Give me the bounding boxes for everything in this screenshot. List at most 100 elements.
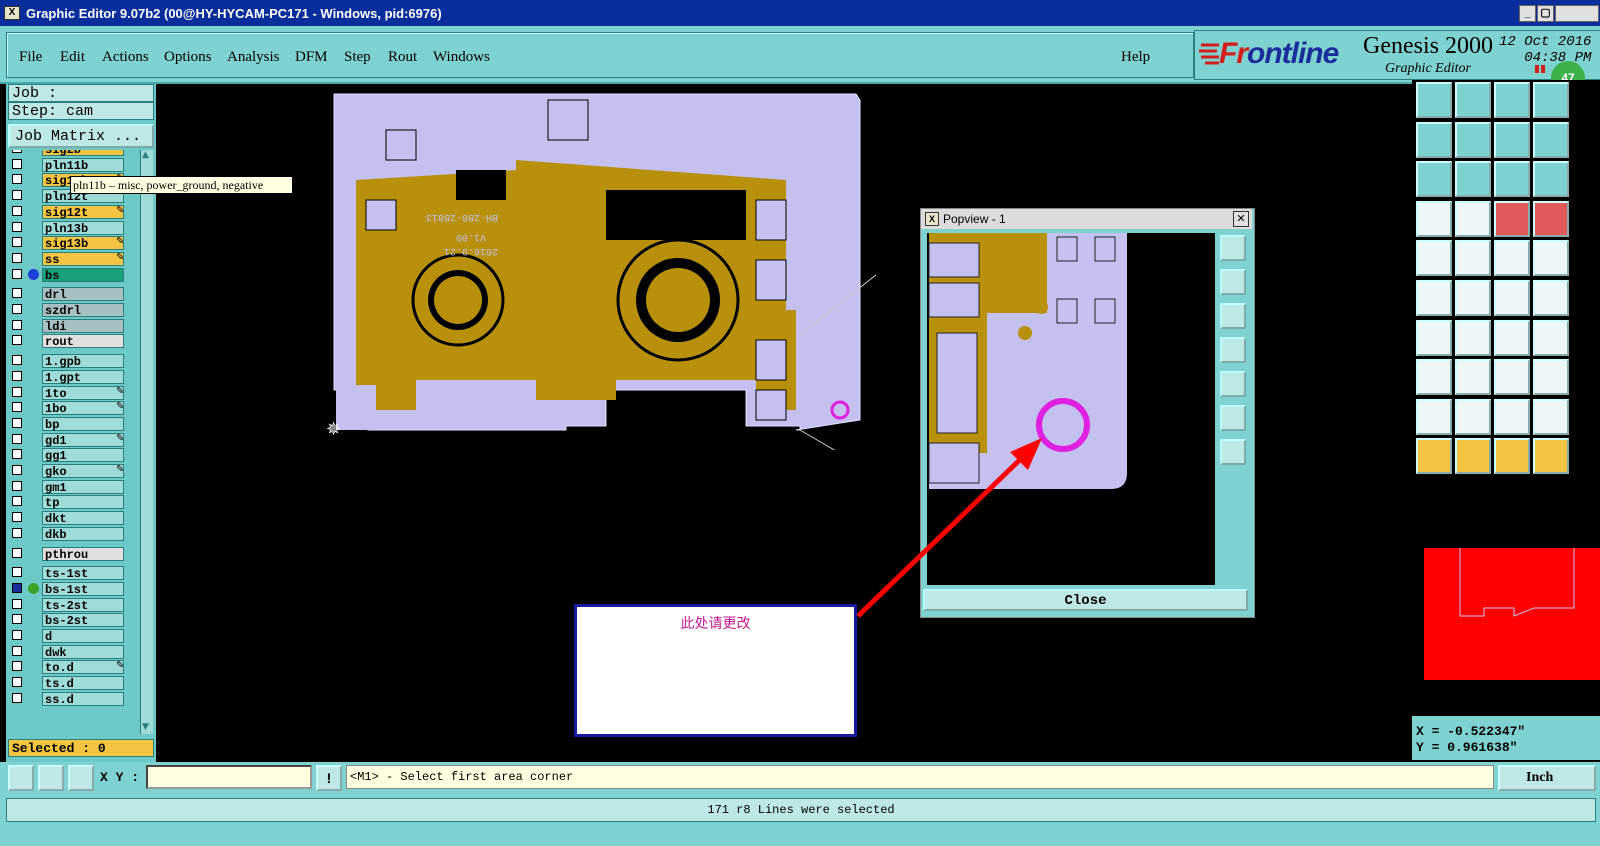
layer-name[interactable]: pln13b	[42, 220, 124, 236]
layer-row[interactable]: 1bo ✎	[8, 401, 128, 416]
layer-row[interactable]: pthrou	[8, 546, 128, 562]
layer-row[interactable]: ldi	[8, 318, 128, 334]
menu-file[interactable]: File	[19, 49, 42, 66]
menu-analysis[interactable]: Analysis	[227, 49, 280, 66]
layer-checkbox[interactable]	[12, 158, 22, 169]
layer-checkbox[interactable]	[12, 288, 22, 299]
layer-row[interactable]: bs	[8, 267, 128, 283]
select-arrow-icon[interactable]	[1416, 438, 1452, 475]
signal-alt-icon[interactable]	[1533, 200, 1569, 237]
node-icon[interactable]	[1416, 280, 1452, 316]
layer-row[interactable]: ss.d	[8, 691, 128, 707]
layer-name[interactable]: pln11b	[42, 157, 124, 173]
select-touch-icon[interactable]	[1494, 438, 1530, 475]
menu-actions[interactable]: Actions	[102, 49, 149, 66]
window-icon[interactable]	[1533, 82, 1569, 118]
layer-checkbox[interactable]	[12, 677, 22, 688]
layer-row[interactable]: dkt	[8, 511, 128, 526]
split-icon[interactable]	[1494, 280, 1530, 316]
layer-row[interactable]: to.d ✎	[8, 660, 128, 675]
layer-checkbox[interactable]	[12, 237, 22, 248]
grid-mode-button[interactable]	[68, 765, 94, 791]
layer-row[interactable]: ts.d	[8, 676, 128, 691]
layer-checkbox[interactable]	[12, 205, 22, 216]
layer-checkbox[interactable]	[12, 614, 22, 625]
menu-step[interactable]: Step	[344, 49, 371, 66]
ratio-icon[interactable]	[1494, 161, 1530, 198]
popview-pan-down-button[interactable]	[1220, 303, 1246, 329]
popview-zoom-out-button[interactable]	[1220, 439, 1246, 465]
arrow-out-icon[interactable]	[1455, 121, 1491, 158]
layer-row[interactable]: ss ✎	[8, 251, 128, 267]
minimize-button[interactable]: _	[1519, 5, 1536, 22]
select-net-icon[interactable]	[1533, 438, 1569, 475]
layer-checkbox[interactable]	[12, 433, 22, 444]
layer-row[interactable]: ts-1st	[8, 566, 128, 581]
layer-checkbox[interactable]	[12, 335, 22, 346]
layer-name[interactable]: gg1	[42, 448, 124, 463]
layer-checkbox[interactable]	[12, 567, 22, 578]
stack-icon[interactable]	[1533, 121, 1569, 158]
layer-checkbox[interactable]	[12, 402, 22, 413]
layer-checkbox[interactable]	[12, 370, 22, 381]
layer-name[interactable]: gd1	[42, 432, 124, 448]
layer-row[interactable]: bs-2st	[8, 613, 128, 628]
layer-checkbox[interactable]	[12, 449, 22, 460]
bracket-icon[interactable]	[1533, 319, 1569, 356]
layer-checkbox[interactable]	[12, 355, 22, 366]
layer-name[interactable]: szdrl	[42, 303, 124, 318]
layer-name[interactable]: dkb	[42, 526, 124, 542]
triangle-icon[interactable]	[1416, 398, 1452, 435]
layer-name[interactable]: bp	[42, 416, 124, 432]
xy-input[interactable]	[146, 765, 312, 789]
layer-name[interactable]: sig2b	[42, 150, 124, 157]
layer-name[interactable]: d	[42, 629, 124, 644]
measure-mode-button[interactable]	[38, 765, 64, 791]
layer-name[interactable]: gm1	[42, 479, 124, 495]
popview-close-icon[interactable]: ✕	[1233, 211, 1249, 227]
selected-pad-highlight[interactable]	[830, 400, 850, 420]
circle-icon[interactable]	[1533, 240, 1569, 277]
select-box-icon[interactable]	[1455, 438, 1491, 475]
layer-name[interactable]: tp	[42, 495, 124, 510]
layer-checkbox[interactable]	[12, 645, 22, 656]
layer-name[interactable]: to.d	[42, 660, 124, 675]
restore-button[interactable]: ▢	[1537, 5, 1554, 22]
pad-add-icon[interactable]	[1416, 359, 1452, 396]
menu-options[interactable]: Options	[164, 49, 212, 66]
layer-row[interactable]: pln13b	[8, 220, 128, 236]
layer-list-scrollbar[interactable]: ▲ ▼	[140, 150, 153, 734]
measure-icon[interactable]	[1494, 240, 1530, 277]
line-icon[interactable]	[1416, 319, 1452, 356]
home-icon[interactable]	[1416, 82, 1452, 118]
pad-center-icon[interactable]	[1494, 359, 1530, 396]
shape-a-icon[interactable]	[1455, 398, 1491, 435]
menu-rout[interactable]: Rout	[388, 49, 417, 66]
scroll-down-icon[interactable]: ▼	[142, 722, 151, 732]
move-icon[interactable]	[1533, 280, 1569, 316]
arrow-in-icon[interactable]	[1416, 121, 1452, 158]
layer-checkbox[interactable]	[12, 319, 22, 330]
scroll-up-icon[interactable]: ▲	[142, 150, 151, 160]
layer-row[interactable]: gg1	[8, 448, 128, 463]
signal-icon[interactable]	[1494, 200, 1530, 237]
layer-row[interactable]: pln11b	[8, 157, 128, 173]
layer-checkbox[interactable]	[12, 692, 22, 703]
layer-name[interactable]: ss.d	[42, 691, 124, 707]
shape-c-icon[interactable]	[1533, 398, 1569, 435]
layer-name[interactable]: 1bo	[42, 401, 124, 416]
layer-name[interactable]: sig12t	[42, 204, 124, 220]
pcb-canvas[interactable]: BH-280-28813 V1.00 2016.9.21 ✵	[316, 90, 876, 450]
layer-checkbox[interactable]	[12, 304, 22, 314]
layer-row[interactable]: 1.gpb	[8, 354, 128, 369]
layer-checkbox[interactable]	[12, 598, 22, 609]
layer-name[interactable]: sig13b	[42, 236, 124, 251]
popview-pan-right-button[interactable]	[1220, 371, 1246, 397]
popview-zoom-fit-button[interactable]	[1220, 405, 1246, 431]
shape-b-icon[interactable]	[1494, 398, 1530, 435]
menu-help[interactable]: Help	[1121, 49, 1150, 66]
grid-icon[interactable]	[1455, 200, 1491, 237]
ruler-icon[interactable]	[1416, 200, 1452, 237]
layer-row[interactable]: sig2b✎	[8, 150, 128, 157]
layer-name[interactable]: ts.d	[42, 676, 124, 691]
